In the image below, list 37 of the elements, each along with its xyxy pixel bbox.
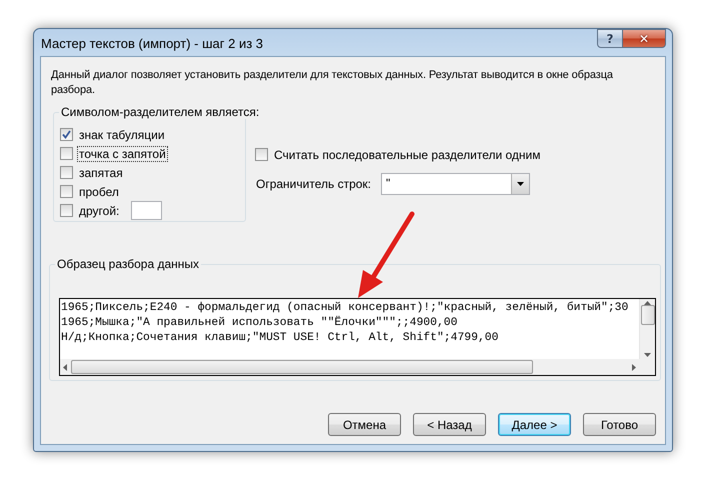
checkbox-label[interactable]: знак табуляции: [77, 126, 167, 142]
preview-line: 1965;Пиксель;E240 - формальдегид (опасный консервант)!;"красный, зелёный, битый";30: [61, 301, 628, 316]
preview-line: 1965;Мышка;"А правильней использовать ""Ёлочки""";;4900,00: [61, 316, 458, 331]
scrollbar-thumb[interactable]: [640, 305, 654, 325]
scrollbar-thumb[interactable]: [71, 360, 533, 374]
dialog-button[interactable]: Готово: [583, 413, 656, 436]
text-qualifier-dropdown[interactable]: ": [381, 173, 530, 195]
preview-line: Н/д;Кнопка;Сочетания клавиш;"MUST USE! Ctrl, Alt, Shift";4799,00: [61, 331, 498, 346]
scroll-left-icon[interactable]: [63, 364, 67, 370]
scroll-right-icon[interactable]: [632, 364, 636, 370]
checkbox[interactable]: [60, 185, 73, 198]
dialog-button[interactable]: Далее >: [498, 413, 571, 436]
checkbox[interactable]: [60, 166, 73, 179]
group-legend: Символом-разделителем является:: [59, 105, 262, 119]
scroll-down-icon[interactable]: [644, 353, 651, 357]
other-delimiter-field[interactable]: [131, 201, 162, 220]
checkbox[interactable]: [255, 148, 268, 161]
horizontal-scrollbar[interactable]: [60, 359, 639, 375]
checkbox[interactable]: [60, 128, 73, 141]
checkbox-label[interactable]: пробел: [77, 184, 121, 200]
vertical-scrollbar[interactable]: [639, 299, 655, 359]
text-qualifier-value: ": [385, 175, 392, 192]
checkbox[interactable]: [60, 147, 73, 160]
checkbox-label[interactable]: запятая: [77, 164, 125, 180]
close-button[interactable]: ✕: [623, 29, 666, 48]
text-qualifier-label: Ограничитель строк:: [256, 177, 371, 191]
checkbox-label[interactable]: другой:: [77, 202, 122, 218]
dialog-button[interactable]: < Назад: [413, 413, 486, 436]
dropdown-caret-icon: [517, 182, 524, 186]
checkbox-label[interactable]: Считать последовательные разделители одним: [272, 146, 543, 162]
checkbox-label[interactable]: точка с запятой: [77, 146, 168, 162]
dialog-button[interactable]: Отмена: [328, 413, 401, 436]
window-title: Мастер текстов (импорт) - шаг 2 из 3: [40, 36, 264, 51]
description-text: Данный диалог позволяет установить разделители для текстовых данных. Результат выводится в окне образца разбора.: [51, 68, 614, 98]
help-button[interactable]: ?: [597, 29, 623, 48]
checkbox[interactable]: [60, 204, 73, 217]
group-legend: Образец разбора данных: [55, 257, 202, 271]
